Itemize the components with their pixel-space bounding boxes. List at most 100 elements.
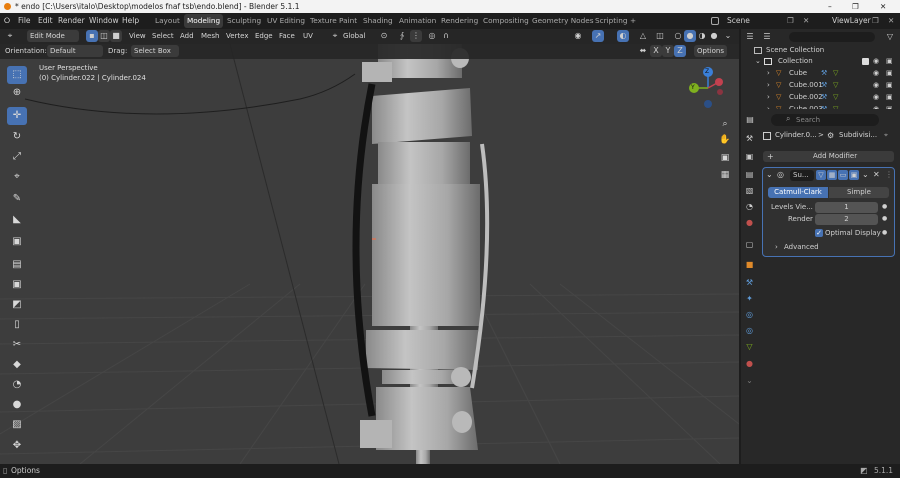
menu-edge[interactable]: Edge (252, 30, 276, 42)
render-keyframe-icon[interactable]: ● (882, 215, 887, 222)
constraints-tab-icon[interactable]: ◎ (743, 324, 756, 338)
editor-type-icon[interactable]: ⌖ (4, 30, 16, 42)
mirror-y-toggle[interactable]: Y (662, 45, 674, 57)
mirror-x-toggle[interactable]: X (650, 45, 662, 57)
outliner-item[interactable]: › ▽ Cube.002 ⚒ ▽ ◉ ▣ (741, 92, 900, 103)
add-cube-icon[interactable]: ▣ (7, 233, 27, 251)
eye-icon[interactable]: ◉ (873, 80, 879, 91)
remove-scene-icon[interactable]: ✕ (803, 13, 809, 29)
camera-icon[interactable]: ▣ (717, 150, 733, 166)
modifier-name-field[interactable]: Su... (790, 170, 814, 181)
3d-viewport[interactable]: User Perspective (0) Cylinder.022 | Cyli… (0, 44, 739, 464)
camera-render-icon[interactable]: ▣ (886, 68, 893, 79)
edge-select-icon[interactable]: ◫ (98, 30, 110, 42)
spin-icon[interactable]: ◔ (7, 376, 27, 394)
menu-mesh[interactable]: Mesh (198, 30, 222, 42)
measure-icon[interactable]: ◣ (7, 211, 27, 229)
optimal-keyframe-icon[interactable]: ● (882, 229, 887, 236)
collapse-icon[interactable]: ⌄ (755, 56, 761, 67)
extrude-icon[interactable]: ▤ (7, 256, 27, 274)
catmull-clark-button[interactable]: Catmull-Clark (768, 187, 828, 198)
tab-rendering[interactable]: Rendering (438, 14, 481, 28)
optimal-display-checkbox[interactable]: ✓ (815, 229, 823, 237)
new-scene-icon[interactable]: ❐ (787, 13, 794, 29)
knife-icon[interactable]: ✂ (7, 336, 27, 354)
scale-icon[interactable]: ⤢ (7, 148, 27, 166)
orientation-selector[interactable]: Default (47, 45, 103, 57)
output-tab-icon[interactable]: ▤ (743, 168, 756, 182)
drag-selector[interactable]: Select Box (131, 45, 179, 57)
menu-face[interactable]: Face (276, 30, 298, 42)
navigation-gizmo[interactable]: Z Y (688, 66, 728, 114)
camera-render-icon[interactable]: ▣ (886, 92, 893, 103)
shading-wire-icon[interactable]: ○ (672, 30, 684, 42)
blender-menu-icon[interactable]: ⭘ (4, 13, 10, 29)
smooth-icon[interactable]: ● (7, 396, 27, 414)
tool-tab-icon[interactable]: ⚒ (743, 132, 756, 146)
shading-options-icon[interactable]: ⌄ (722, 30, 734, 42)
transform-orientation-selector[interactable]: Global (340, 30, 368, 42)
rotate-icon[interactable]: ↻ (7, 128, 27, 146)
menu-file[interactable]: File (18, 13, 31, 29)
select-box-icon[interactable]: ⬚ (7, 66, 27, 84)
pivot-icon[interactable]: ⊙ (378, 30, 390, 42)
outliner-editor-icon[interactable]: ☰ (744, 31, 756, 43)
wrench-icon[interactable]: ⚒ (743, 276, 756, 290)
checkbox-icon[interactable] (862, 58, 869, 65)
pin-icon[interactable]: ⌖ (884, 131, 888, 140)
tab-compositing[interactable]: Compositing (480, 14, 532, 28)
advanced-chevron-icon[interactable]: › (775, 243, 778, 251)
collection-tab-icon[interactable]: ▢ (743, 238, 756, 252)
camera-render-icon[interactable]: ▣ (886, 104, 893, 109)
outliner-display-icon[interactable]: ☰ (761, 31, 773, 43)
tab-shading[interactable]: Shading (360, 14, 396, 28)
render-toggle-icon[interactable]: ▣ (849, 170, 859, 180)
shading-render-icon[interactable]: ● (708, 30, 720, 42)
camera-render-icon[interactable]: ▣ (886, 80, 893, 91)
object-tab-icon[interactable]: ■ (743, 258, 756, 272)
new-layer-icon[interactable]: ❐ (872, 13, 879, 29)
render-tab-icon[interactable]: ▣ (743, 150, 756, 164)
tab-modeling[interactable]: Modeling (184, 14, 224, 28)
add-modifier-button[interactable]: + Add Modifier (763, 151, 894, 162)
menu-help[interactable]: Help (122, 13, 139, 29)
expand-icon[interactable]: › (767, 104, 770, 109)
cage-toggle-icon[interactable]: ▦ (827, 170, 837, 180)
zoom-icon[interactable]: ⌕ (717, 116, 733, 132)
minimize-button[interactable]: – (828, 0, 832, 13)
edit-mode-toggle-icon[interactable]: ▽ (816, 170, 826, 180)
expand-icon[interactable]: › (767, 80, 770, 91)
tab-uv-editing[interactable]: UV Editing (264, 14, 308, 28)
tab-animation[interactable]: Animation (396, 14, 439, 28)
annotate-icon[interactable]: ✎ (7, 190, 27, 208)
mode-selector[interactable]: Edit Mode (27, 30, 79, 42)
render-levels-field[interactable]: 2 (815, 214, 878, 225)
properties-editor-icon[interactable]: ▤ (744, 114, 756, 126)
tab-texture-paint[interactable]: Texture Paint (307, 14, 360, 28)
outliner-item[interactable]: › ▽ Cube ⚒ ▽ ◉ ▣ (741, 68, 900, 79)
outliner-search-input[interactable] (789, 32, 875, 42)
tab-geometry-nodes[interactable]: Geometry Nodes (529, 14, 597, 28)
menu-select[interactable]: Select (149, 30, 177, 42)
menu-render[interactable]: Render (58, 13, 85, 29)
eye-icon[interactable]: ◉ (873, 56, 879, 67)
visibility-icon[interactable]: ◉ (572, 30, 584, 42)
add-workspace-button[interactable]: + (627, 14, 639, 28)
eye-icon[interactable]: ◉ (873, 68, 879, 79)
maximize-button[interactable]: ❐ (852, 0, 859, 13)
expand-icon[interactable]: › (767, 68, 770, 79)
move-icon[interactable]: ✛ (7, 107, 27, 125)
particles-tab-icon[interactable]: ✦ (743, 292, 756, 306)
scene-selector[interactable]: Scene (727, 13, 750, 29)
vertex-select-icon[interactable]: ▪ (86, 30, 98, 42)
viewport-toggle-icon[interactable]: ▭ (838, 170, 848, 180)
face-select-icon[interactable]: ■ (110, 30, 122, 42)
scene-collection-row[interactable]: Scene Collection (741, 45, 900, 56)
proportional-edit-icon[interactable]: ◎ (426, 30, 438, 42)
material-tab-icon[interactable]: ● (743, 357, 756, 371)
eye-icon[interactable]: ◉ (873, 104, 879, 109)
inset-icon[interactable]: ▣ (7, 276, 27, 294)
edge-slide-icon[interactable]: ▨ (7, 416, 27, 434)
close-button[interactable]: ✕ (880, 0, 886, 13)
shading-material-icon[interactable]: ◑ (696, 30, 708, 42)
